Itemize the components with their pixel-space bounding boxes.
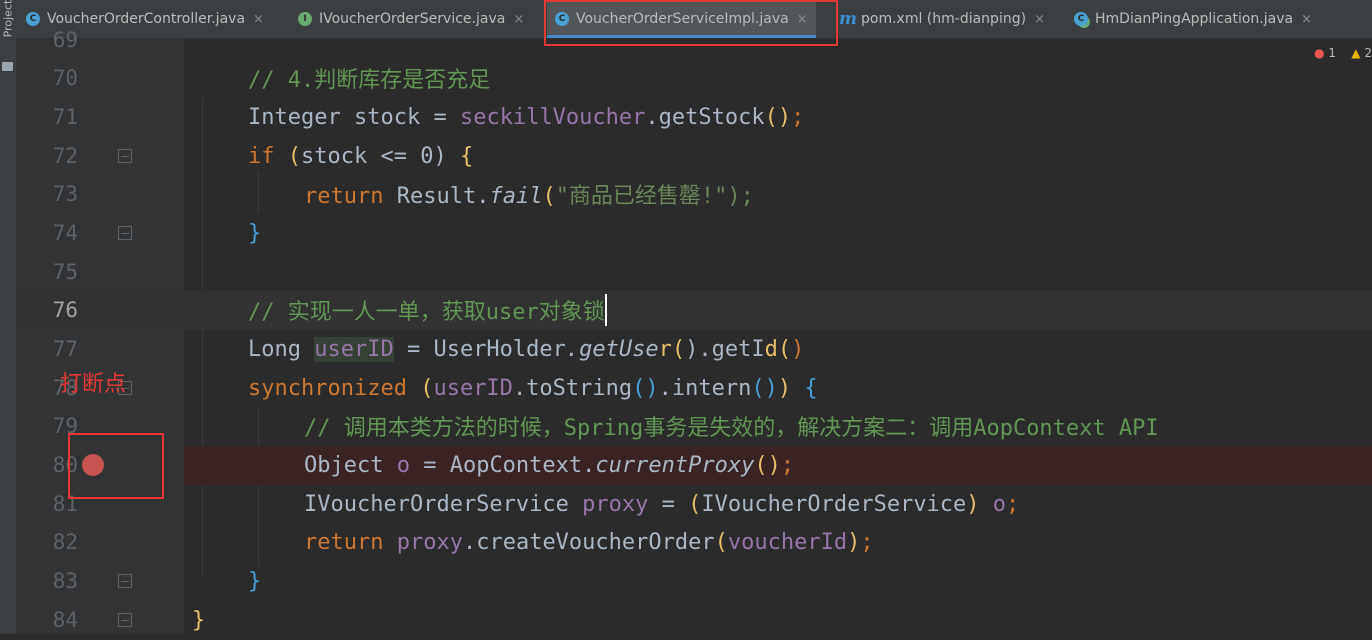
line-code[interactable]: return proxy.createVoucherOrder(voucherI… <box>184 523 1372 562</box>
fold-marker-icon[interactable] <box>118 613 132 627</box>
code-tokens: return Result.fail("商品已经售罄!"); <box>304 184 754 210</box>
project-label[interactable]: Project <box>2 0 15 39</box>
code-line[interactable]: 81 IVoucherOrderService proxy = (IVouche… <box>16 485 1372 524</box>
line-number: 72 <box>52 144 78 169</box>
code-editor[interactable]: 69 70 // 4.判断库存是否充足 71 Integer stock = s… <box>16 28 1372 634</box>
code-line[interactable]: 71 Integer stock = seckillVoucher.getSto… <box>16 98 1372 137</box>
line-number: 73 <box>52 182 78 207</box>
fold-marker-icon[interactable] <box>118 149 132 163</box>
code-tokens: return proxy.createVoucherOrder(voucherI… <box>304 529 874 555</box>
code-line[interactable]: 82 return proxy.createVoucherOrder(vouch… <box>16 523 1372 562</box>
code-tokens: Integer stock = seckillVoucher.getStock(… <box>248 104 805 130</box>
fold-marker-icon[interactable] <box>118 226 132 240</box>
code-tokens: synchronized (userID.toString().intern()… <box>248 375 818 401</box>
breakpoint-highlight-box <box>68 433 164 499</box>
line-code[interactable]: // 调用本类方法的时候，Spring事务是失效的，解决方案二：调用AopCon… <box>184 407 1372 446</box>
code-tokens: Long userID = UserHolder.getUser().getId… <box>248 336 805 362</box>
line-code[interactable]: return Result.fail("商品已经售罄!"); <box>184 175 1372 214</box>
code-tokens: IVoucherOrderService proxy = (IVoucherOr… <box>304 491 1020 517</box>
line-number: 69 <box>52 28 78 53</box>
line-code[interactable]: if (stock <= 0) { <box>184 137 1372 176</box>
code-line[interactable]: 69 <box>16 21 1372 60</box>
line-code[interactable]: } <box>184 214 1372 253</box>
line-number: 77 <box>52 337 78 362</box>
line-code[interactable]: Object o = AopContext.currentProxy(); <box>184 446 1372 485</box>
line-code[interactable]: } <box>184 562 1372 601</box>
code-line[interactable]: 73 return Result.fail("商品已经售罄!"); <box>16 175 1372 214</box>
code-line[interactable]: 77 Long userID = UserHolder.getUser().ge… <box>16 330 1372 369</box>
line-number: 75 <box>52 260 78 285</box>
line-code[interactable]: Long userID = UserHolder.getUser().getId… <box>184 330 1372 369</box>
line-number: 82 <box>52 530 78 555</box>
line-code[interactable]: IVoucherOrderService proxy = (IVoucherOr… <box>184 485 1372 524</box>
code-tokens: // 调用本类方法的时候，Spring事务是失效的，解决方案二：调用AopCon… <box>304 416 1159 442</box>
line-number: 70 <box>52 66 78 91</box>
annotation-label: 打断点 <box>60 372 127 397</box>
code-line[interactable]: 74 } <box>16 214 1372 253</box>
code-line[interactable]: 72 if (stock <= 0) { <box>16 137 1372 176</box>
code-tokens: Object o = AopContext.currentProxy(); <box>304 452 795 478</box>
code-line[interactable]: 75 <box>16 253 1372 292</box>
fold-marker-icon[interactable] <box>118 574 132 588</box>
code-line-current[interactable]: 76 // 实现一人一单，获取user对象锁 <box>16 291 1372 330</box>
line-number: 83 <box>52 569 78 594</box>
code-tokens: if (stock <= 0) { <box>248 143 474 169</box>
line-code[interactable]: synchronized (userID.toString().intern()… <box>184 369 1372 408</box>
code-line-breakpoint[interactable]: 80 Object o = AopContext.currentProxy(); <box>16 446 1372 485</box>
line-code[interactable]: // 4.判断库存是否充足 <box>184 59 1372 98</box>
line-code[interactable]: // 实现一人一单，获取user对象锁 <box>184 291 1372 330</box>
code-line[interactable]: 70 // 4.判断库存是否充足 <box>16 59 1372 98</box>
line-number: 74 <box>52 221 78 246</box>
code-line[interactable]: 78 synchronized (userID.toString().inter… <box>16 369 1372 408</box>
code-tokens: } <box>248 568 262 594</box>
line-code[interactable] <box>184 21 1372 60</box>
line-number: 71 <box>52 105 78 130</box>
code-line[interactable]: 83 } <box>16 562 1372 601</box>
line-code[interactable] <box>184 253 1372 292</box>
project-tool-strip[interactable]: Project <box>0 0 17 634</box>
line-number: 84 <box>52 608 78 633</box>
line-number: 76 <box>52 298 78 323</box>
folder-icon <box>2 62 13 71</box>
code-line[interactable]: 79 // 调用本类方法的时候，Spring事务是失效的，解决方案二：调用Aop… <box>16 407 1372 446</box>
code-tokens: } <box>192 607 206 633</box>
line-code[interactable]: Integer stock = seckillVoucher.getStock(… <box>184 98 1372 137</box>
